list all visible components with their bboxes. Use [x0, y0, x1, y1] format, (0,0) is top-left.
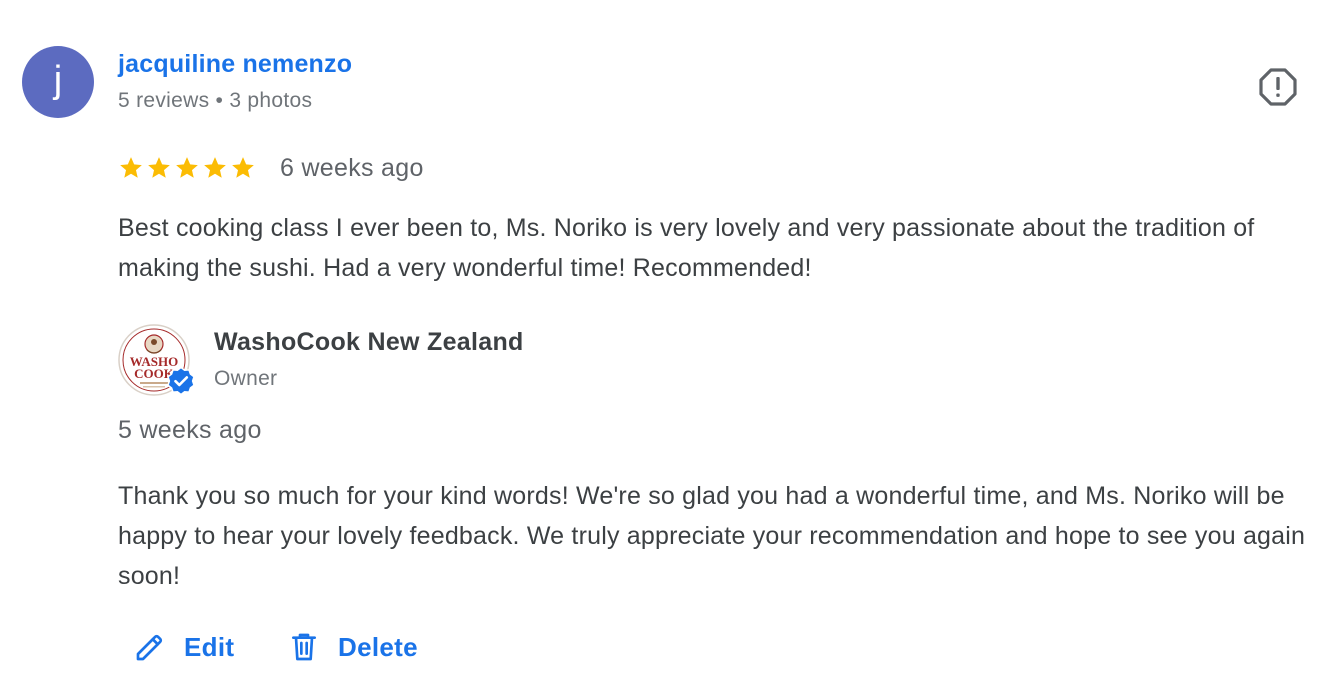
star-icon	[176, 157, 198, 178]
star-icon	[120, 157, 142, 178]
reply-date: 5 weeks ago	[118, 416, 262, 444]
delete-button[interactable]: Delete	[288, 624, 418, 670]
star-rating	[118, 155, 256, 181]
verified-badge-icon	[167, 366, 195, 396]
reply-text: Thank you so much for your kind words! W…	[118, 482, 1306, 590]
owner-name: WashoCook New Zealand	[214, 328, 524, 356]
review-text: Best cooking class I ever been to, Ms. N…	[118, 214, 1255, 282]
trash-icon	[292, 633, 316, 661]
reviewer-stats: 5 reviews • 3 photos	[118, 89, 313, 112]
review-date: 6 weeks ago	[280, 153, 424, 182]
star-icon	[148, 157, 170, 178]
owner-role: Owner	[214, 367, 278, 390]
rating-row: 6 weeks ago	[118, 150, 424, 186]
edit-label: Edit	[184, 631, 235, 662]
star-icon	[204, 157, 226, 178]
delete-label: Delete	[338, 631, 418, 662]
reviewer-avatar[interactable]: j	[22, 46, 94, 118]
pencil-icon	[136, 634, 163, 661]
reviewer-name-link[interactable]: jacquiline nemenzo	[118, 50, 352, 79]
edit-button[interactable]: Edit	[134, 624, 234, 670]
review-card: j jacquiline nemenzo 5 reviews • 3 photo…	[0, 0, 1338, 688]
report-flag-icon[interactable]	[1258, 67, 1298, 107]
star-icon	[232, 157, 254, 178]
